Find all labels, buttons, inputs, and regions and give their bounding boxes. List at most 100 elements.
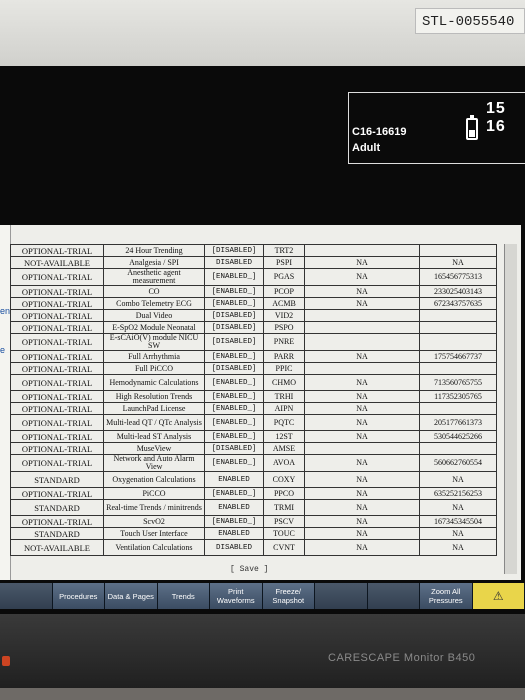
license-name-cell: E-SpO2 Module Neonatal: [103, 321, 205, 334]
license-key-1-cell: [304, 244, 420, 257]
license-status-cell: STANDARD: [10, 499, 104, 516]
table-row[interactable]: OPTIONAL-TRIAL CO [ENABLED_] PCOP NA 23302540…: [10, 285, 497, 298]
license-key-2-cell: NA: [419, 499, 497, 516]
table-row[interactable]: NOT-AVAILABLE Ventilation Calculations DIS…: [10, 539, 497, 556]
license-key-1-cell: NA: [304, 515, 420, 528]
table-row[interactable]: OPTIONAL-TRIAL MuseView [DISABLED] AMSE: [10, 442, 497, 455]
left-menu-label[interactable]: e: [0, 345, 5, 355]
license-name-cell: Full PiCCO: [103, 362, 205, 375]
license-status-cell: OPTIONAL-TRIAL: [10, 487, 104, 500]
license-code-cell: COXY: [263, 471, 305, 488]
table-row[interactable]: OPTIONAL-TRIAL Network and Auto Alarm Vie…: [10, 454, 497, 472]
softkey-button[interactable]: Data & Pages: [105, 583, 158, 609]
license-name-cell: PiCCO: [103, 487, 205, 500]
table-row[interactable]: OPTIONAL-TRIAL E-sCAiO(V) module NICU SW[…: [10, 333, 497, 351]
license-key-1-cell: NA: [304, 454, 420, 472]
license-key-1-cell: [304, 309, 420, 322]
license-key-1-cell: NA: [304, 297, 420, 310]
softkey-button[interactable]: Zoom All Pressures: [420, 583, 473, 609]
table-row[interactable]: OPTIONAL-TRIAL 24 Hour Trending [DISABLED]…: [10, 244, 497, 257]
license-state-cell: ENABLED: [204, 471, 264, 488]
license-status-cell: OPTIONAL-TRIAL: [10, 390, 104, 403]
softkey-button[interactable]: Freeze/ Snapshot: [262, 583, 315, 609]
softkey-button[interactable]: Procedures: [52, 583, 105, 609]
asset-tag-label: STL-0055540: [415, 8, 525, 34]
license-key-2-cell: [419, 362, 497, 375]
license-code-cell: VID2: [263, 309, 305, 322]
license-state-cell: [ENABLED_]: [204, 297, 264, 310]
license-state-cell: [ENABLED_]: [204, 487, 264, 500]
license-key-2-cell: 672343757635: [419, 297, 497, 310]
license-status-cell: OPTIONAL-TRIAL: [10, 268, 104, 286]
desk-surface: [0, 688, 525, 700]
license-key-1-cell: NA: [304, 256, 420, 269]
license-code-cell: PSPO: [263, 321, 305, 334]
table-row[interactable]: OPTIONAL-TRIAL Full Arrhythmia [ENABLED_] P…: [10, 350, 497, 363]
license-state-cell: DISABLED: [204, 539, 264, 556]
license-status-cell: STANDARD: [10, 471, 104, 488]
softkey-button[interactable]: [0, 583, 53, 609]
softkey-button[interactable]: Trends: [157, 583, 210, 609]
table-row[interactable]: OPTIONAL-TRIAL PiCCO [ENABLED_] PPCO NA 63525…: [10, 487, 497, 500]
table-row[interactable]: STANDARD Touch User Interface ENABLED TOUC N…: [10, 527, 497, 540]
license-state-cell: [ENABLED_]: [204, 414, 264, 431]
table-row[interactable]: STANDARD Oxygenation Calculations ENABLED C…: [10, 471, 497, 488]
patient-category: Adult: [352, 142, 381, 154]
license-status-cell: OPTIONAL-TRIAL: [10, 454, 104, 472]
softkey-button[interactable]: Print Waveforms: [210, 583, 263, 609]
softkey-button[interactable]: [315, 583, 368, 609]
license-key-1-cell: NA: [304, 402, 420, 415]
license-code-cell: PARR: [263, 350, 305, 363]
table-row[interactable]: OPTIONAL-TRIAL Full PiCCO [DISABLED] PPIC: [10, 362, 497, 375]
license-status-cell: OPTIONAL-TRIAL: [10, 442, 104, 455]
table-scrollbar[interactable]: [504, 244, 517, 574]
license-status-cell: OPTIONAL-TRIAL: [10, 402, 104, 415]
license-state-cell: [ENABLED_]: [204, 454, 264, 472]
table-row[interactable]: OPTIONAL-TRIAL High Resolution Trends [ENA…: [10, 390, 497, 403]
left-menu-strip[interactable]: [0, 225, 10, 580]
table-row[interactable]: OPTIONAL-TRIAL Hemodynamic Calculations [E…: [10, 374, 497, 391]
table-row[interactable]: OPTIONAL-TRIAL Combo Telemetry ECG [ENABLE…: [10, 297, 497, 310]
license-code-cell: TRHI: [263, 390, 305, 403]
table-row[interactable]: OPTIONAL-TRIAL Multi-lead ST Analysis [ENA…: [10, 430, 497, 443]
license-code-cell: ACMB: [263, 297, 305, 310]
license-status-cell: OPTIONAL-TRIAL: [10, 350, 104, 363]
license-status-cell: OPTIONAL-TRIAL: [10, 285, 104, 298]
license-code-cell: AIPN: [263, 402, 305, 415]
alarm-silence-icon[interactable]: ⚠: [472, 583, 525, 609]
table-row[interactable]: OPTIONAL-TRIAL ScvO2 [ENABLED_] PSCV NA 16734…: [10, 515, 497, 528]
license-key-2-cell: 713560765755: [419, 374, 497, 391]
license-key-2-cell: [419, 442, 497, 455]
table-row[interactable]: OPTIONAL-TRIAL E-SpO2 Module Neonatal [DIS…: [10, 321, 497, 334]
table-row[interactable]: OPTIONAL-TRIAL Multi-lead QT / QTc Analys…: [10, 414, 497, 431]
license-status-cell: OPTIONAL-TRIAL: [10, 362, 104, 375]
license-key-2-cell: 165456775313: [419, 268, 497, 286]
license-name-cell: MuseView: [103, 442, 205, 455]
license-key-1-cell: NA: [304, 430, 420, 443]
save-button[interactable]: [ Save ]: [230, 565, 268, 574]
power-indicator-icon: [2, 656, 10, 666]
table-row[interactable]: OPTIONAL-TRIAL Dual Video [DISABLED] VID2: [10, 309, 497, 322]
table-row[interactable]: NOT-AVAILABLE Analgesia / SPI DISABLED PSPI…: [10, 256, 497, 269]
license-state-cell: [ENABLED_]: [204, 402, 264, 415]
license-state-cell: [ENABLED_]: [204, 350, 264, 363]
license-code-cell: PQTC: [263, 414, 305, 431]
license-key-2-cell: 233025403143: [419, 285, 497, 298]
license-state-cell: [DISABLED]: [204, 362, 264, 375]
brand-label: CARESCAPE Monitor B450: [328, 652, 476, 664]
battery-icon: [466, 115, 478, 140]
license-state-cell: [ENABLED_]: [204, 374, 264, 391]
license-name-cell: Multi-lead QT / QTc Analysis: [103, 414, 205, 431]
license-name-cell: Full Arrhythmia: [103, 350, 205, 363]
license-status-cell: OPTIONAL-TRIAL: [10, 333, 104, 351]
license-key-2-cell: 205177661373: [419, 414, 497, 431]
table-row[interactable]: OPTIONAL-TRIAL LaunchPad License [ENABLED_…: [10, 402, 497, 415]
table-row[interactable]: OPTIONAL-TRIAL Anesthetic agent measureme…: [10, 268, 497, 286]
patient-id: C16-16619: [352, 126, 407, 138]
softkey-button[interactable]: [367, 583, 420, 609]
license-name-cell: E-sCAiO(V) module NICU SW: [103, 333, 205, 351]
license-key-2-cell: [419, 321, 497, 334]
license-key-2-cell: 560662760554: [419, 454, 497, 472]
table-row[interactable]: STANDARD Real-time Trends / minitrends ENA…: [10, 499, 497, 516]
license-code-cell: PSCV: [263, 515, 305, 528]
